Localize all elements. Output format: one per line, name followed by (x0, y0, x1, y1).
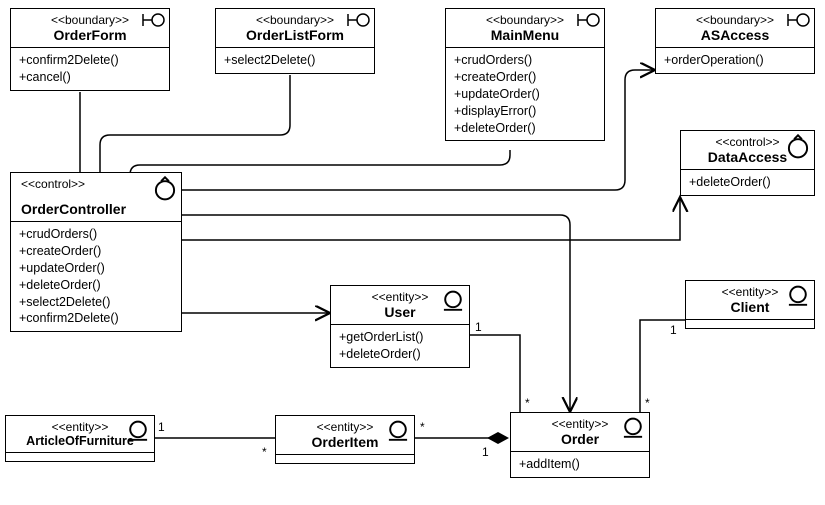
entity-icon (620, 416, 646, 432)
boundary-icon (140, 12, 166, 28)
boundary-icon (575, 12, 601, 28)
operation: +deleteOrder() (689, 174, 806, 191)
operation: +deleteOrder() (454, 120, 596, 137)
class-orderitem: <<entity>> OrderItem (275, 415, 415, 464)
operation: +select2Delete() (19, 294, 173, 311)
operation: +updateOrder() (454, 86, 596, 103)
stereotype: <<control>> (21, 177, 173, 191)
multiplicity: * (420, 420, 425, 434)
class-name: MainMenu (454, 27, 596, 43)
class-name: ASAccess (664, 27, 806, 43)
control-icon (152, 176, 178, 192)
operation: +confirm2Delete() (19, 52, 161, 69)
class-mainmenu: <<boundary>> MainMenu +crudOrders() +cre… (445, 8, 605, 141)
multiplicity: 1 (475, 320, 482, 334)
multiplicity: * (262, 445, 267, 459)
boundary-icon (785, 12, 811, 28)
class-order: <<entity>> Order +addItem() (510, 412, 650, 478)
class-ordercontroller: <<control>> OrderController +crudOrders(… (10, 172, 182, 332)
operation: +crudOrders() (19, 226, 173, 243)
operation: +displayError() (454, 103, 596, 120)
operation: +deleteOrder() (19, 277, 173, 294)
control-icon (785, 134, 811, 150)
class-articleoffurniture: <<entity>> ArticleOfFurniture (5, 415, 155, 462)
operation: +updateOrder() (19, 260, 173, 277)
operation: +select2Delete() (224, 52, 366, 69)
operation: +orderOperation() (664, 52, 806, 69)
class-user: <<entity>> User +getOrderList() +deleteO… (330, 285, 470, 368)
class-dataaccess: <<control>> DataAccess +deleteOrder() (680, 130, 815, 196)
class-name: OrderForm (19, 27, 161, 43)
operation: +getOrderList() (339, 329, 461, 346)
entity-icon (440, 289, 466, 305)
entity-icon (785, 284, 811, 300)
boundary-icon (345, 12, 371, 28)
class-orderlistform: <<boundary>> OrderListForm +select2Delet… (215, 8, 375, 74)
class-name: OrderController (21, 201, 173, 217)
operation: +createOrder() (454, 69, 596, 86)
class-asaccess: <<boundary>> ASAccess +orderOperation() (655, 8, 815, 74)
operation: +cancel() (19, 69, 161, 86)
class-client: <<entity>> Client (685, 280, 815, 329)
multiplicity: 1 (670, 323, 677, 337)
entity-icon (125, 419, 151, 435)
class-orderform: <<boundary>> OrderForm +confirm2Delete()… (10, 8, 170, 91)
operation: +createOrder() (19, 243, 173, 260)
class-name: OrderListForm (224, 27, 366, 43)
operation: +confirm2Delete() (19, 310, 173, 327)
multiplicity: 1 (158, 420, 165, 434)
uml-class-diagram: <<boundary>> OrderForm +confirm2Delete()… (0, 0, 825, 505)
multiplicity: * (525, 396, 530, 410)
multiplicity: 1 (482, 445, 489, 459)
entity-icon (385, 419, 411, 435)
operation: +deleteOrder() (339, 346, 461, 363)
operation: +crudOrders() (454, 52, 596, 69)
operation: +addItem() (519, 456, 641, 473)
multiplicity: * (645, 396, 650, 410)
